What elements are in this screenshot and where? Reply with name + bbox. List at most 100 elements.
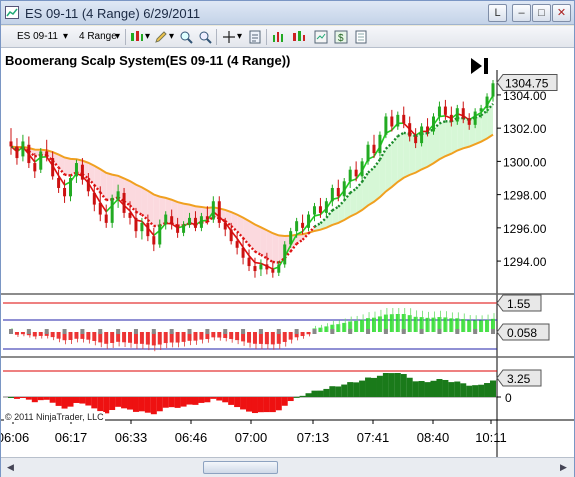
price-bar-body (431, 116, 435, 132)
price-bar (39, 148, 43, 174)
price-bar-body (217, 201, 221, 223)
instrument-dropdown-icon[interactable]: ▾ (63, 29, 68, 45)
osc1-gray-tick (187, 329, 192, 334)
chart-style-icon[interactable] (129, 29, 145, 45)
price-bar-body (354, 169, 358, 177)
price-bar-body (15, 146, 19, 159)
price-bar-body (211, 201, 215, 220)
x-tick-label: 07:41 (357, 430, 390, 445)
magnify-out-icon[interactable] (197, 29, 213, 45)
osc2-bar (365, 377, 372, 397)
osc1-gray-tick (241, 329, 246, 334)
price-bar-body (229, 229, 233, 242)
period-selector[interactable]: 4 Range (79, 29, 117, 45)
price-bar (259, 259, 263, 277)
osc1-value-label: 0.058 (507, 326, 537, 340)
osc1-gray-tick (419, 329, 424, 334)
osc2-bar (168, 397, 175, 408)
price-bar-body (479, 108, 483, 112)
osc2-zero-label: 0 (505, 391, 512, 405)
toolbar-divider (266, 29, 267, 45)
price-bar (110, 194, 114, 228)
osc2-bar (192, 397, 199, 405)
toolbar-divider (216, 29, 217, 45)
dollar-icon[interactable]: $ (333, 29, 349, 45)
osc2-bar (19, 397, 26, 398)
price-bar-body (74, 163, 78, 177)
osc2-bar (412, 381, 419, 397)
link-button[interactable]: L (488, 4, 507, 22)
chart-area[interactable]: Boomerang Scalp System(ES 09-11 (4 Range… (1, 48, 574, 468)
chart-style-dropdown-icon[interactable]: ▾ (145, 29, 150, 45)
magnify-in-icon[interactable] (178, 29, 194, 45)
scroll-left-arrow-icon[interactable]: ◀ (3, 460, 18, 475)
crosshair-icon[interactable] (221, 29, 237, 45)
price-bar (384, 113, 388, 139)
band-fill-segment (439, 121, 446, 160)
osc2-bar (394, 373, 401, 397)
osc1-gray-tick (98, 329, 103, 334)
data-box-icon[interactable] (313, 29, 329, 45)
osc2-bar (162, 397, 169, 408)
x-tick-label: 06:17 (55, 430, 88, 445)
price-bar (104, 204, 108, 228)
chart-svg[interactable]: Boomerang Scalp System(ES 09-11 (4 Range… (1, 48, 574, 457)
copyright-label: © 2011 NinjaTrader, LLC (4, 412, 105, 422)
osc2-bar (317, 390, 324, 397)
price-bar-body (27, 144, 31, 164)
price-bar-body (259, 264, 263, 270)
price-bar-body (164, 214, 168, 225)
crosshair-dropdown-icon[interactable]: ▾ (237, 29, 242, 45)
price-bar (217, 196, 221, 228)
price-bar-body (295, 221, 299, 232)
instrument-selector[interactable]: ES 09-11 (17, 29, 58, 45)
osc1-gray-tick (151, 329, 156, 334)
fast-average-segment (314, 213, 321, 217)
band-fill-segment (403, 132, 410, 178)
last-price-label: 1304.75 (505, 76, 549, 90)
osc1-gray-tick (473, 329, 478, 334)
band-fill-segment (135, 184, 142, 215)
play-pause-icon[interactable] (471, 58, 488, 74)
price-bar (15, 138, 19, 165)
horizontal-scrollbar[interactable]: ◀ ▶ (1, 457, 574, 477)
osc2-bar (55, 397, 62, 406)
drawing-dropdown-icon[interactable]: ▾ (169, 29, 174, 45)
strategies-icon[interactable] (291, 29, 307, 45)
price-bar-body (473, 111, 477, 125)
pencil-icon[interactable] (153, 29, 169, 45)
osc2-bar (115, 397, 122, 407)
minimize-button[interactable]: – (512, 4, 531, 22)
y-tick-label: 1302.00 (503, 122, 547, 136)
osc2-bar (305, 393, 312, 397)
maximize-button[interactable]: □ (532, 4, 551, 22)
properties-icon[interactable] (247, 29, 263, 45)
osc1-gray-tick (348, 329, 353, 334)
price-bar-body (176, 224, 180, 233)
price-bar-body (33, 163, 37, 172)
osc2-bar (121, 397, 128, 409)
price-bar-body (110, 197, 114, 223)
osc1-bar (50, 332, 55, 338)
price-bar-body (80, 164, 84, 180)
title-bar[interactable]: ES 09-11 (4 Range) 6/29/2011 L – □ ✕ (1, 1, 574, 25)
osc1-gray-tick (294, 329, 299, 334)
close-button[interactable]: ✕ (552, 4, 571, 22)
price-bar-body (247, 257, 251, 267)
svg-text:$: $ (338, 33, 344, 44)
order-entry-icon[interactable] (353, 29, 369, 45)
osc2-bar (31, 397, 38, 403)
scrollbar-thumb[interactable] (203, 461, 278, 474)
indicators-icon[interactable] (271, 29, 287, 45)
x-tick-label: 07:00 (235, 430, 268, 445)
period-dropdown-icon[interactable]: ▾ (115, 29, 120, 45)
osc2-bar (335, 386, 342, 397)
osc2-bar (132, 397, 139, 412)
osc2-bar (388, 373, 395, 397)
price-bar-body (414, 136, 418, 144)
price-bar-body (21, 141, 25, 157)
price-bar-body (467, 118, 471, 125)
scroll-right-arrow-icon[interactable]: ▶ (556, 460, 571, 475)
price-bar-body (307, 214, 311, 228)
osc2-bar (43, 397, 50, 400)
